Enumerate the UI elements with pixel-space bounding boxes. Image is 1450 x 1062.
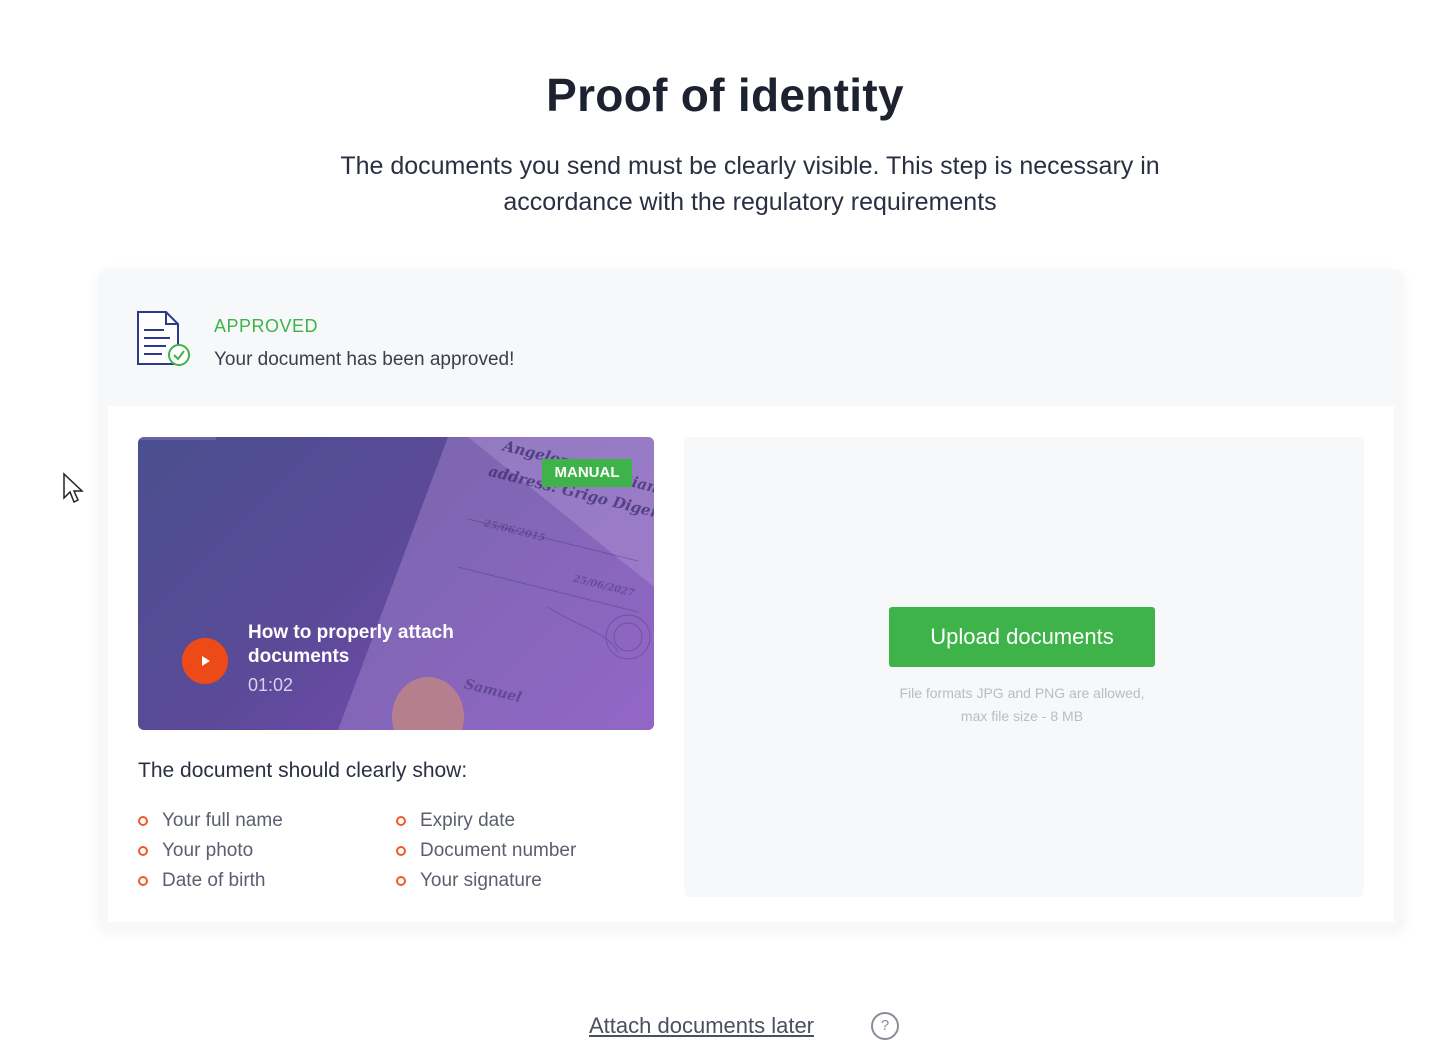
requirement-text: Your full name [162, 810, 283, 831]
bullet-icon [138, 816, 148, 826]
document-panel: Angelopo ol Gianna address: Grigo Digeni… [108, 406, 1394, 922]
status-row: APPROVED Your document has been approved… [98, 270, 1404, 405]
upload-documents-button[interactable]: Upload documents [889, 607, 1155, 667]
bullet-icon [138, 846, 148, 856]
requirement-item: Your photo [138, 836, 283, 866]
bullet-icon [138, 876, 148, 886]
requirements-heading: The document should clearly show: [138, 759, 468, 782]
status-label: APPROVED [214, 316, 319, 336]
help-icon[interactable]: ? [871, 1012, 899, 1040]
page-title: Proof of identity [546, 69, 904, 121]
bullet-icon [396, 846, 406, 856]
identity-card: APPROVED Your document has been approved… [98, 270, 1404, 930]
requirement-text: Your signature [420, 870, 542, 891]
requirement-text: Date of birth [162, 870, 266, 891]
page-subtitle: The documents you send must be clearly v… [340, 152, 1160, 216]
requirement-item: Date of birth [138, 866, 283, 896]
tutorial-video[interactable]: Angelopo ol Gianna address: Grigo Digeni… [138, 437, 654, 730]
upload-hint: File formats JPG and PNG are allowed, ma… [899, 685, 1145, 724]
document-check-icon [137, 311, 190, 366]
bullet-icon [396, 876, 406, 886]
requirements-list-left: Your full name Your photo Date of birth [138, 806, 283, 896]
requirement-text: Document number [420, 840, 577, 861]
play-button[interactable] [182, 638, 228, 684]
requirement-item: Your signature [396, 866, 576, 896]
play-icon [202, 656, 210, 666]
manual-badge: MANUAL [542, 459, 632, 487]
requirement-item: Document number [396, 836, 576, 866]
requirement-text: Expiry date [420, 810, 516, 831]
upload-panel: Upload documents File formats JPG and PN… [684, 437, 1364, 897]
requirement-text: Your photo [162, 840, 254, 861]
video-title: How to properly attach documents [248, 622, 454, 667]
attach-later-link[interactable]: Attach documents later [589, 1013, 814, 1039]
status-message: Your document has been approved! [214, 349, 515, 370]
requirements-list-right: Expiry date Document number Your signatu… [396, 806, 576, 896]
requirement-item: Expiry date [396, 806, 576, 836]
video-duration: 01:02 [248, 675, 294, 695]
mouse-cursor-icon [63, 472, 84, 504]
requirement-item: Your full name [138, 806, 283, 836]
bullet-icon [396, 816, 406, 826]
